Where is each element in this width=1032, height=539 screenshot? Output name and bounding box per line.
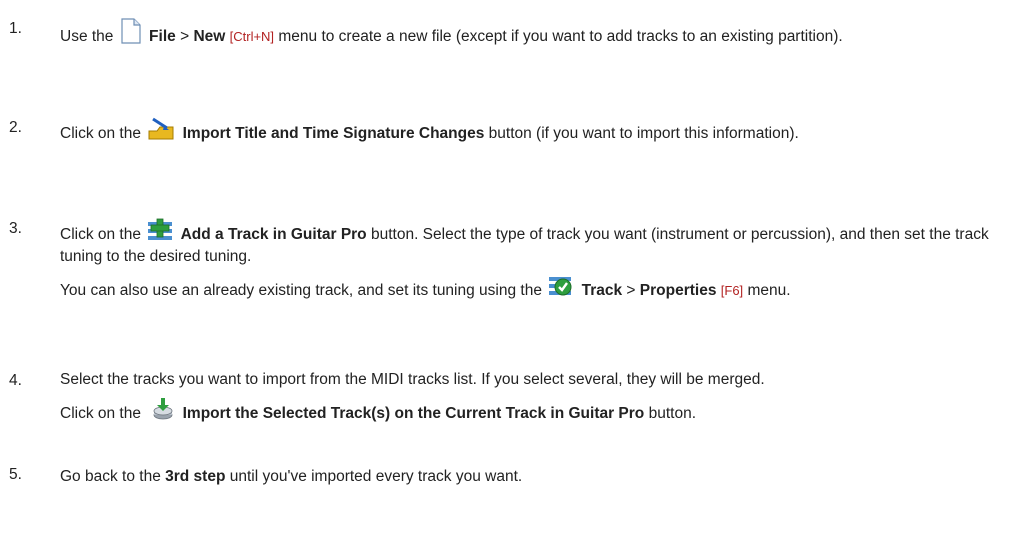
- menu-properties: Properties: [639, 282, 717, 299]
- step-content: Use the File > New [Ctrl+N] menu to crea…: [60, 18, 1024, 49]
- button-name: Import the Selected Track(s) on the Curr…: [182, 405, 645, 422]
- step-number: 1.: [9, 20, 22, 37]
- shortcut: [Ctrl+N]: [229, 29, 275, 44]
- text: menu to create a new file (except if you…: [278, 28, 843, 45]
- step-text: Click on the Import Title and Time Signa…: [60, 117, 1024, 146]
- step-text-secondary: You can also use an already existing tra…: [60, 274, 1024, 303]
- button-name: Add a Track in Guitar Pro: [180, 226, 367, 243]
- text: Click on the: [60, 226, 141, 243]
- step-content: Click on the Add a Track in Guitar Pro b…: [60, 218, 1024, 303]
- menu-separator: >: [626, 282, 636, 299]
- text: Use the: [60, 28, 114, 45]
- step-text: Go back to the 3rd step until you've imp…: [60, 467, 1024, 486]
- text: Click on the: [60, 125, 141, 142]
- menu-file: File: [149, 28, 176, 45]
- text: until you've imported every track you wa…: [229, 468, 523, 485]
- step-number: 5.: [9, 466, 22, 483]
- step-reference: 3rd step: [165, 468, 226, 485]
- text: Click on the: [60, 405, 141, 422]
- text: You can also use an already existing tra…: [60, 282, 542, 299]
- menu-new: New: [193, 28, 226, 45]
- step-text-secondary: Click on the Import the Selected Track(s…: [60, 397, 1024, 426]
- blank-file-icon: [120, 18, 142, 49]
- step-content: Go back to the 3rd step until you've imp…: [60, 467, 1024, 486]
- step-text: Select the tracks you want to import fro…: [60, 371, 765, 388]
- import-selected-tracks-icon: [151, 397, 175, 426]
- step-content: Click on the Import Title and Time Signa…: [60, 117, 1024, 146]
- menu-track: Track: [581, 282, 623, 299]
- step-text: Use the File > New [Ctrl+N] menu to crea…: [60, 18, 1024, 49]
- step-number: 3.: [9, 220, 22, 237]
- step-number: 2.: [9, 119, 22, 136]
- shortcut: [F6]: [720, 283, 744, 298]
- text: button (if you want to import this infor…: [488, 125, 799, 142]
- button-name: Import Title and Time Signature Changes: [182, 125, 485, 142]
- text: menu.: [747, 282, 791, 299]
- step-number: 4.: [9, 372, 22, 389]
- step-content: Select the tracks you want to import fro…: [60, 370, 1024, 426]
- text: button.: [648, 405, 696, 422]
- track-properties-icon: [548, 274, 574, 303]
- import-title-icon: [147, 117, 175, 146]
- menu-separator: >: [180, 28, 190, 45]
- step-text: Click on the Add a Track in Guitar Pro b…: [60, 218, 1024, 266]
- text: Go back to the: [60, 468, 161, 485]
- add-track-icon: [147, 218, 173, 247]
